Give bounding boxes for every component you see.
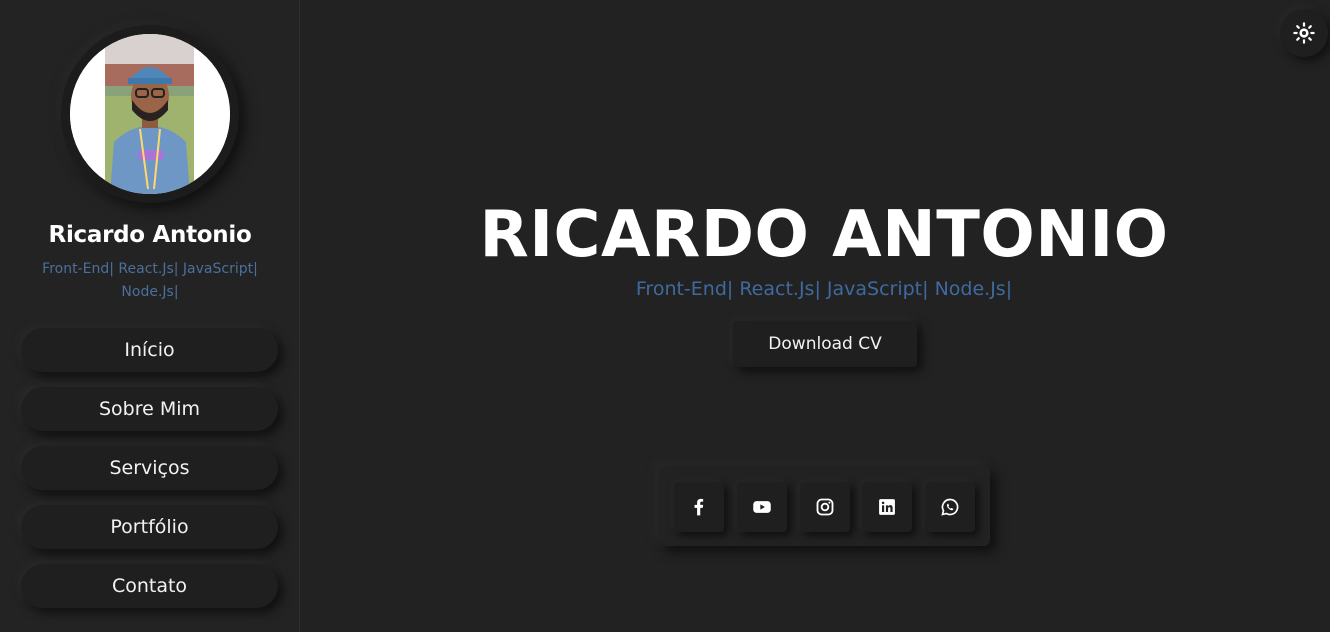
profile-name: Ricardo Antonio [48, 222, 252, 248]
instagram-button[interactable] [800, 482, 850, 532]
linkedin-icon [879, 499, 895, 515]
nav-sobre-mim[interactable]: Sobre Mim [21, 387, 278, 431]
youtube-icon [753, 501, 771, 513]
profile-photo [70, 34, 230, 194]
instagram-icon [816, 498, 834, 516]
facebook-icon [694, 498, 704, 516]
sun-icon [1293, 22, 1315, 44]
facebook-button[interactable] [674, 482, 724, 532]
hero-role: Front-End| React.Js| JavaScript| Node.Js… [635, 278, 1013, 300]
nav-servicos[interactable]: Serviços [21, 446, 278, 490]
theme-toggle-button[interactable] [1280, 9, 1328, 57]
profile-role: Front-End| React.Js| JavaScript| Node.Js… [42, 261, 258, 300]
youtube-button[interactable] [737, 482, 787, 532]
nav-contato[interactable]: Contato [21, 564, 278, 608]
nav-inicio[interactable]: Início [21, 328, 278, 372]
avatar [70, 34, 230, 194]
whatsapp-button[interactable] [925, 482, 975, 532]
hero-title: RICARDO ANTONIO [479, 198, 1169, 272]
nav-portfolio[interactable]: Portfólio [21, 505, 278, 549]
sidebar: Ricardo Antonio Front-End| React.Js| Jav… [0, 0, 300, 632]
download-cv-button[interactable]: Download CV [733, 321, 917, 367]
page: Ricardo Antonio Front-End| React.Js| Jav… [0, 0, 1330, 632]
linkedin-button[interactable] [862, 482, 912, 532]
whatsapp-icon [941, 498, 959, 516]
